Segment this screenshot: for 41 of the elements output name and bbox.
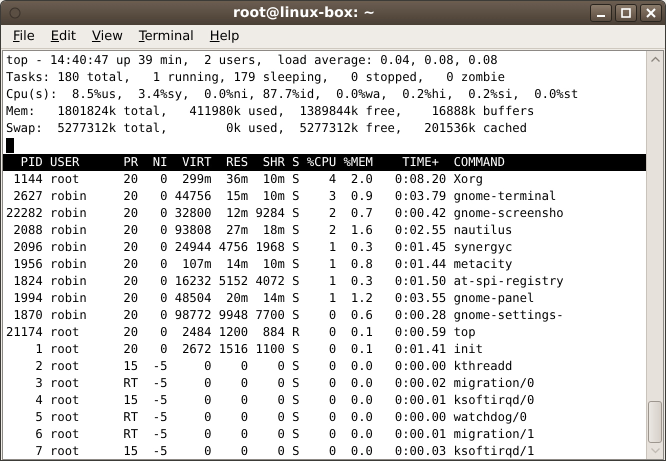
process-row-text: 7 root 15 -5 0 0 0 S 0 0.0 0:00.03 ksoftirqd/1 [34, 444, 534, 458]
window-menu-icon[interactable] [9, 7, 21, 19]
process-row: 21174 root 20 0 2484 1200 884 R 0 0.1 0:00.59 top [6, 325, 476, 339]
close-button[interactable] [640, 4, 662, 22]
menu-item[interactable]: Edit [42, 24, 84, 48]
process-row-text: 4 root 15 -5 0 0 0 S 0 0.0 0:00.01 ksoftirqd/0 [34, 393, 534, 407]
minimize-button[interactable] [590, 4, 612, 22]
menu-item[interactable]: Help [202, 24, 248, 48]
minimize-icon [597, 15, 605, 17]
scrollbar[interactable] [646, 51, 663, 459]
menu-item[interactable]: View [84, 24, 131, 48]
process-row-text: 6 root RT -5 0 0 0 S 0 0.0 0:00.01 migration/1 [34, 427, 534, 441]
process-row-text: 2096 robin 20 0 24944 4756 1968 S 1 0.3 0:01.45 synergyc [12, 240, 512, 254]
process-row-text: 1824 robin 20 0 16232 5152 4072 S 1 0.3 0:01.50 at-spi-registry [12, 274, 564, 288]
process-row-text: 2627 robin 20 0 44756 15m 10m S 3 0.9 0:03.79 gnome-terminal [12, 189, 556, 203]
maximize-icon [621, 8, 631, 18]
scroll-thumb[interactable] [648, 401, 662, 443]
summary-line: Cpu(s): 8.5%us, 3.4%sy, 0.0%ni, 87.7%id, 0.0%wa, 0.2%hi, 0.2%si, 0.0%st [6, 87, 578, 101]
process-row-text: 1 root 20 0 2672 1516 1100 S 0 0.1 0:01.41 init [34, 342, 483, 356]
process-row-text: 1144 root 20 0 299m 36m 10m S 4 2.0 0:08.20 Xorg [12, 172, 483, 186]
process-row: 22282 robin 20 0 32800 12m 9284 S 2 0.7 0:00.42 gnome-screensho [6, 206, 564, 220]
process-row-text: 1956 robin 20 0 107m 14m 10m S 1 0.8 0:01.44 metacity [12, 257, 512, 271]
process-row-text: 1994 robin 20 0 48504 20m 14m S 1 1.2 0:03.55 gnome-panel [12, 291, 534, 305]
scroll-down-icon[interactable] [650, 448, 660, 454]
summary-line: top - 14:40:47 up 39 min, 2 users, load average: 0.04, 0.08, 0.08 [6, 53, 498, 67]
summary-line: Swap: 5277312k total, 0k used, 5277312k free, 201536k cached [6, 121, 527, 135]
maximize-button[interactable] [615, 4, 637, 22]
process-row-text: 2 root 15 -5 0 0 0 S 0 0.0 0:00.00 kthreadd [34, 359, 512, 373]
process-row-text: 1870 robin 20 0 98772 9948 7700 S 0 0.6 0:00.28 gnome-settings- [12, 308, 564, 322]
summary-line: Tasks: 180 total, 1 running, 179 sleeping, 0 stopped, 0 zombie [6, 70, 505, 84]
process-row-text: 5 root RT -5 0 0 0 S 0 0.0 0:00.00 watchdog/0 [34, 410, 527, 424]
summary-line: Mem: 1801824k total, 411980k used, 1389844k free, 16888k buffers [6, 104, 534, 118]
table-header: PID USER PR NI VIRT RES SHR S %CPU %MEM TIME+ COMMAND [3, 154, 646, 171]
text-cursor [6, 138, 14, 153]
close-icon [646, 8, 656, 18]
menu-item[interactable]: File [5, 24, 43, 48]
process-row-text: 2088 robin 20 0 93808 27m 18m S 2 1.6 0:02.55 nautilus [12, 223, 512, 237]
scroll-up-icon[interactable] [650, 56, 660, 62]
menu-item[interactable]: Terminal [130, 24, 202, 48]
window-title: root@linux-box: ~ [232, 4, 376, 22]
process-row-text: 3 root RT -5 0 0 0 S 0 0.0 0:00.02 migration/0 [34, 376, 534, 390]
